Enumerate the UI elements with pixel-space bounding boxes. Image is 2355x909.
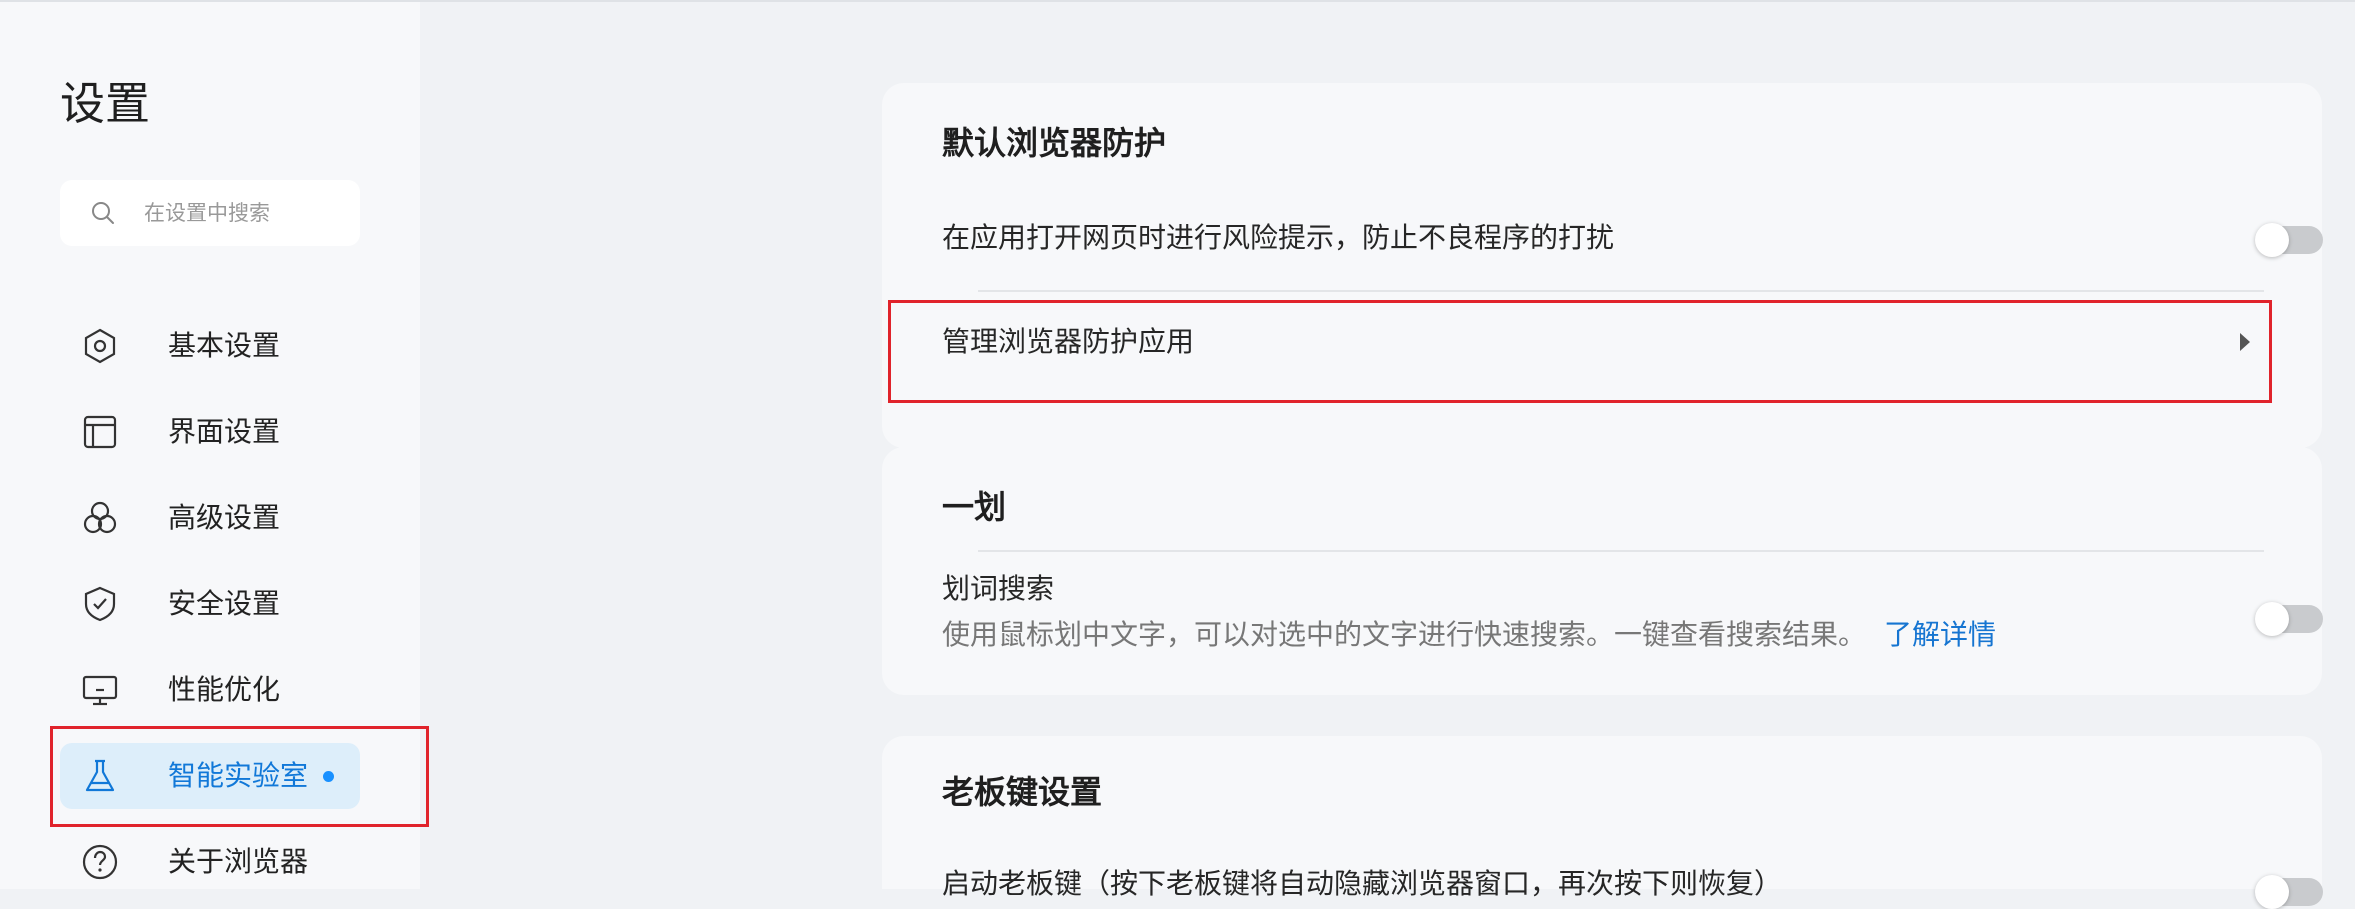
section-title: 一划 — [942, 488, 1007, 526]
boss-key-label: 启动老板键（按下老板键将自动隐藏浏览器窗口，再次按下则恢复） — [942, 867, 1783, 900]
sidebar-item-smart-lab[interactable]: 智能实验室 — [60, 743, 360, 809]
page-title: 设置 — [60, 77, 151, 130]
sidebar-item-label: 安全设置 — [168, 587, 281, 620]
risk-hint-label: 在应用打开网页时进行风险提示，防止不良程序的打扰 — [942, 221, 1615, 254]
word-search-toggle[interactable] — [2255, 602, 2323, 636]
chevron-right-icon[interactable] — [2237, 331, 2253, 353]
sidebar-item-label: 界面设置 — [168, 415, 281, 448]
sidebar-item-label: 高级设置 — [168, 501, 281, 534]
section-title: 老板键设置 — [942, 773, 1103, 811]
hexagon-settings-icon — [84, 328, 116, 364]
window-icon — [83, 415, 117, 449]
toggle-knob — [2255, 223, 2289, 257]
sidebar-item-label: 基本设置 — [168, 329, 281, 362]
card-yihua: 一划 划词搜索 使用鼠标划中文字，可以对选中的文字进行快速搜索。一键查看搜索结果… — [882, 447, 2323, 695]
risk-hint-toggle[interactable] — [2255, 223, 2323, 257]
manage-protection-label: 管理浏览器防护应用 — [942, 325, 1195, 358]
sidebar-item-basic[interactable]: 基本设置 — [60, 313, 360, 379]
sidebar-item-about[interactable]: 关于浏览器 — [60, 829, 360, 895]
sidebar-item-label: 智能实验室 — [168, 759, 309, 792]
divider — [978, 550, 2264, 552]
flask-icon — [85, 759, 115, 792]
sidebar-item-interface[interactable]: 界面设置 — [60, 399, 360, 465]
section-title: 默认浏览器防护 — [942, 124, 1167, 162]
card-default-protection: 默认浏览器防护 在应用打开网页时进行风险提示，防止不良程序的打扰 管理浏览器防护… — [882, 83, 2323, 448]
monitor-icon — [82, 675, 118, 706]
word-search-description: 使用鼠标划中文字，可以对选中的文字进行快速搜索。一键查看搜索结果。 了解详情 — [942, 615, 1996, 655]
card-boss-key: 老板键设置 启动老板键（按下老板键将自动隐藏浏览器窗口，再次按下则恢复） — [882, 736, 2323, 909]
sidebar-item-performance[interactable]: 性能优化 — [60, 657, 360, 723]
search-input[interactable] — [142, 196, 346, 230]
search-icon — [92, 202, 114, 224]
sidebar-item-advanced[interactable]: 高级设置 — [60, 485, 360, 551]
boss-key-toggle[interactable] — [2255, 875, 2323, 909]
sidebar-item-label: 性能优化 — [168, 673, 281, 706]
three-circles-icon — [83, 501, 117, 534]
search-box[interactable] — [60, 180, 360, 246]
question-circle-icon — [82, 844, 118, 880]
toggle-knob — [2255, 602, 2289, 636]
new-indicator-dot — [323, 771, 334, 782]
toggle-knob — [2255, 875, 2289, 909]
settings-sidebar: 设置 基本设置 界面设置 高级设置 — [0, 2, 420, 889]
word-search-label: 划词搜索 — [942, 572, 1055, 605]
divider — [978, 290, 2264, 292]
word-search-desc-text: 使用鼠标划中文字，可以对选中的文字进行快速搜索。一键查看搜索结果。 — [942, 618, 1867, 651]
sidebar-item-label: 关于浏览器 — [168, 845, 309, 878]
learn-more-link[interactable]: 了解详情 — [1884, 618, 1996, 651]
shield-check-icon — [84, 586, 116, 622]
sidebar-item-security[interactable]: 安全设置 — [60, 571, 360, 637]
